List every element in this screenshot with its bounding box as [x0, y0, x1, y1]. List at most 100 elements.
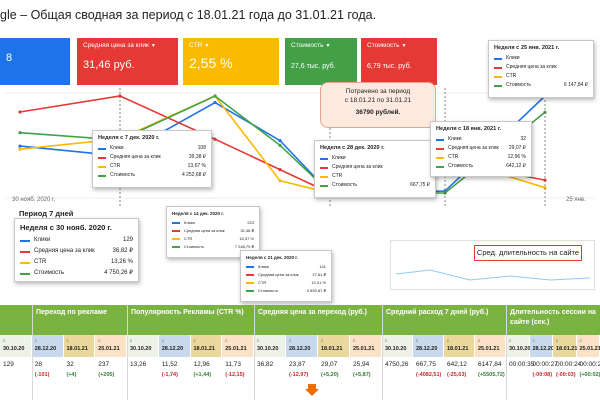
- metric-label: Клики: [506, 55, 520, 61]
- swatch-clicks-icon: [172, 222, 180, 224]
- swatch-ctr-icon: [172, 238, 180, 240]
- series-point[interactable]: [18, 131, 22, 135]
- callout-sum: 36790 рублей.: [355, 109, 401, 116]
- value-cell: 36,82: [254, 360, 286, 370]
- date-prefix: с: [321, 338, 324, 343]
- date-value: 30.10.20: [385, 346, 407, 352]
- date-cell: с 30.10.20: [127, 335, 159, 357]
- table-header-duration: Длительность сессии на сайте (сек.): [506, 305, 600, 335]
- series-point[interactable]: [18, 110, 22, 114]
- cell-delta: (-12,15): [225, 372, 245, 378]
- series-point[interactable]: [278, 139, 282, 143]
- cell-delta: (+00:02): [579, 372, 600, 378]
- metric-value: 141: [319, 264, 326, 269]
- date-cell: с 25.01.21: [576, 335, 600, 357]
- date-value: 18.01.21: [66, 346, 88, 352]
- cell-value: 129: [3, 361, 14, 368]
- spend-callout: Потрачено за период с 18.01.21 по 31.01.…: [320, 82, 436, 128]
- value-cell: 642,12 (-25,63): [444, 360, 475, 380]
- date-cell: с 28.12.20: [31, 335, 64, 357]
- series-point[interactable]: [213, 137, 217, 141]
- value-cell: 25,94 (+5,87): [350, 360, 382, 380]
- date-value: 30.10.20: [257, 346, 279, 352]
- swatch-cost-icon: [20, 272, 30, 275]
- kpi-value: 31,46 руб.: [83, 59, 135, 71]
- swatch-cpc-icon: [494, 66, 502, 69]
- caret-down-icon: ▼: [401, 43, 407, 49]
- swatch-ctr-icon: [20, 261, 30, 264]
- tooltip-week-dec28: Неделя с 28 дек. 2020 г. Клики Средняя ц…: [314, 140, 436, 198]
- date-prefix: с: [161, 338, 164, 343]
- series-point[interactable]: [18, 147, 22, 151]
- metric-value: 4 750,26 ₽: [104, 270, 133, 276]
- swatch-cost-icon: [436, 165, 444, 168]
- kpi-ctr[interactable]: CTR ▼ 2,55 %: [183, 38, 279, 85]
- page-title: gle – Общая сводная за период с 18.01.21…: [0, 8, 377, 22]
- value-cell: 29,07 (+5,20): [318, 360, 350, 380]
- table-header-ctr: Популярность Рекламы (CTR %): [127, 305, 254, 335]
- date-value: 25.01.21: [225, 346, 247, 352]
- series-point[interactable]: [213, 94, 217, 98]
- date-prefix: с: [34, 338, 37, 343]
- date-value: 28.12.20: [416, 346, 438, 352]
- cell-delta: (-00:03): [556, 372, 576, 378]
- kpi-label: Стоимость: [291, 42, 324, 49]
- cell-value: 28: [34, 361, 42, 368]
- value-cell: 23,87 (-12,97): [286, 360, 318, 380]
- swatch-ctr-icon: [98, 165, 106, 168]
- metric-label: Стоимость: [34, 270, 65, 276]
- series-point[interactable]: [278, 168, 282, 172]
- cell-delta: (+5,20): [321, 372, 339, 378]
- metric-value: 6 147,84 ₽: [563, 82, 588, 88]
- metric-label: Средняя цена за клик: [448, 145, 499, 151]
- session-duration-label: Сред. длительность на сайте: [474, 245, 582, 261]
- metric-value: 32: [520, 136, 526, 142]
- metric-value: 29,07 ₽: [508, 145, 526, 151]
- date-prefix: с: [130, 338, 133, 343]
- cell-delta: (-1,74): [161, 372, 178, 378]
- cell-value: 00:00:35: [509, 361, 535, 368]
- metric-value: 12,01 %: [311, 280, 326, 285]
- date-value: 28.12.20: [289, 346, 311, 352]
- kpi-clicks[interactable]: 8: [0, 38, 70, 85]
- value-cell: 237 (+205): [95, 360, 127, 380]
- series-point[interactable]: [18, 144, 22, 148]
- date-cell: с 28.12.20: [413, 335, 444, 357]
- metric-value: 15,37 %: [239, 236, 254, 241]
- kpi-cost-period[interactable]: Стоимость ▼ 6,79 тыс. руб.: [361, 38, 437, 85]
- swatch-clicks-icon: [320, 157, 328, 160]
- series-point[interactable]: [213, 100, 217, 105]
- date-prefix: с: [447, 338, 450, 343]
- swatch-ctr-icon: [436, 156, 444, 159]
- series-point[interactable]: [278, 143, 282, 147]
- value-cell: 12,96 (+1,44): [191, 360, 223, 380]
- date-prefix: с: [289, 338, 292, 343]
- table-row: 129 28 (-101) 32 (+4) 237 (+205) 13,26 11,52 (-1,…: [0, 360, 600, 390]
- date-cell: с 18.01.21: [63, 335, 96, 357]
- cell-delta: (+205): [98, 372, 115, 378]
- column-divider: [382, 305, 383, 400]
- cell-delta: (-4082,51): [416, 372, 442, 378]
- kpi-cost[interactable]: Стоимость ▼ 27,6 тыс. руб.: [285, 38, 357, 85]
- date-cell: с 25.01.21: [350, 335, 382, 357]
- swatch-cpc-icon: [98, 156, 106, 159]
- cell-value: 00:00:27: [532, 361, 558, 368]
- metric-label: CTR: [258, 280, 267, 285]
- swatch-cost-icon: [98, 174, 106, 177]
- cell-value: 4750,26: [385, 361, 409, 368]
- date-value: 25.01.21: [353, 346, 375, 352]
- metric-label: Средняя цена за клик: [34, 248, 95, 254]
- value-cell: 00:00:24 (-00:03): [553, 360, 581, 380]
- kpi-value: 6,79 тыс. руб.: [367, 63, 412, 70]
- table-header-spend: Средний расход 7 дней (руб.): [382, 305, 506, 335]
- date-cell: с 25.01.21: [95, 335, 127, 357]
- metric-label: Средняя цена за клик: [506, 64, 557, 70]
- period-label: Период 7 дней: [19, 209, 74, 218]
- metric-label: Средняя цена за клик: [258, 272, 299, 277]
- metric-label: CTR: [110, 163, 121, 169]
- date-value: 28.12.20: [532, 346, 554, 352]
- series-point[interactable]: [278, 179, 282, 183]
- date-prefix: с: [66, 338, 69, 343]
- kpi-avg-cpc[interactable]: Средняя цена за клик ▼ 31,46 руб.: [77, 38, 178, 85]
- date-cell: с 30.10.20: [0, 335, 32, 357]
